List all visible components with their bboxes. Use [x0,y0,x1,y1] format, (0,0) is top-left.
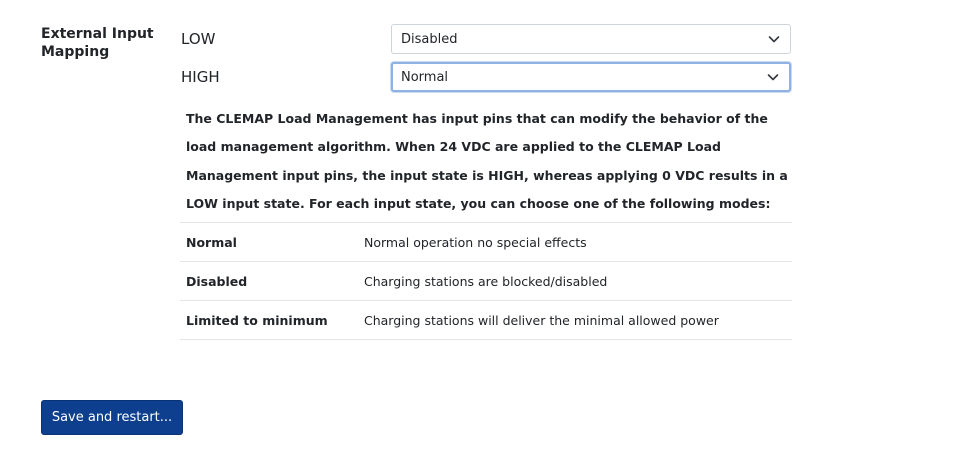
save-and-restart-button[interactable]: Save and restart... [41,400,183,435]
high-label: HIGH [181,68,220,86]
table-row: Limited to minimum Charging stations wil… [180,300,792,340]
section-title: External Input Mapping [41,26,154,60]
high-mode-select[interactable]: Normal [391,62,791,92]
table-row: Normal Normal operation no special effec… [180,222,792,262]
mode-name: Limited to minimum [186,312,328,328]
low-mode-select[interactable]: Disabled [391,24,791,54]
table-row: Disabled Charging stations are blocked/d… [180,261,792,301]
low-label: LOW [181,30,216,48]
mode-name: Normal [186,234,237,250]
low-mode-value: Disabled [401,31,458,47]
mode-description: Charging stations will deliver the minim… [364,312,719,328]
input-mapping-description: The CLEMAP Load Management has input pin… [186,111,788,211]
mode-description: Normal operation no special effects [364,234,587,250]
high-mode-value: Normal [401,69,449,85]
mode-description: Charging stations are blocked/disabled [364,273,608,289]
chevron-down-icon [767,74,779,81]
chevron-down-icon [768,36,780,43]
modes-table: Normal Normal operation no special effec… [180,222,792,340]
mode-name: Disabled [186,273,248,289]
settings-page: External Input Mapping LOW Disabled HIGH… [0,0,980,460]
